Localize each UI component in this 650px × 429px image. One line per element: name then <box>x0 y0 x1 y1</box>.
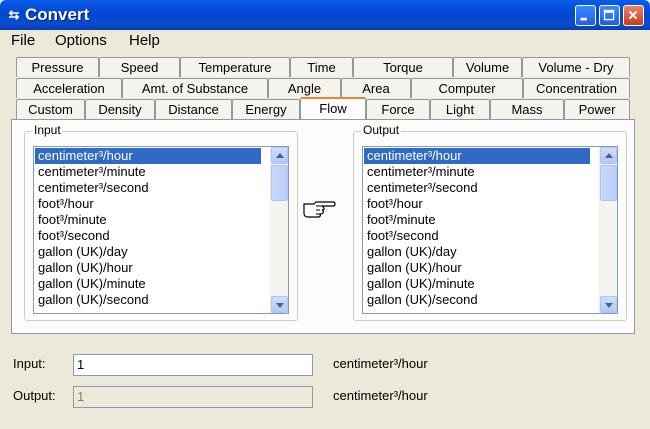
tab-acceleration[interactable]: Acceleration <box>16 78 122 98</box>
list-item[interactable]: centimeter³/minute <box>35 164 261 180</box>
list-item[interactable]: gallon (UK)/day <box>364 244 590 260</box>
list-item[interactable]: foot³/minute <box>364 212 590 228</box>
list-item[interactable]: centimeter³/second <box>35 180 261 196</box>
tab-torque[interactable]: Torque <box>353 57 453 77</box>
list-item[interactable]: centimeter³/hour <box>364 148 590 164</box>
chevron-down-icon <box>276 303 284 308</box>
minimize-button[interactable] <box>575 5 596 26</box>
output-group-label: Output <box>361 123 402 137</box>
chevron-up-icon <box>276 153 284 158</box>
input-unit-label: centimeter³/hour <box>333 356 428 371</box>
list-item[interactable]: gallon (UK)/hour <box>364 260 590 276</box>
output-unit-label: centimeter³/hour <box>333 388 428 403</box>
list-item[interactable]: gallon (UK)/minute <box>35 276 261 292</box>
input-group-label: Input <box>32 123 63 137</box>
output-group: Output centimeter³/hour centimeter³/minu… <box>353 123 627 321</box>
menu-help[interactable]: Help <box>129 32 160 49</box>
output-value-field[interactable]: 1 <box>73 386 313 408</box>
tab-volume[interactable]: Volume <box>453 57 522 77</box>
tab-custom[interactable]: Custom <box>16 99 85 119</box>
tab-density[interactable]: Density <box>85 99 155 119</box>
tab-distance[interactable]: Distance <box>155 99 232 119</box>
list-item[interactable]: foot³/hour <box>364 196 590 212</box>
maximize-icon <box>603 9 615 21</box>
maximize-button[interactable] <box>599 5 620 26</box>
output-unit-list[interactable]: centimeter³/hour centimeter³/minute cent… <box>362 146 618 314</box>
list-item[interactable]: gallon (UK)/hour <box>35 260 261 276</box>
output-label: Output: <box>13 388 56 403</box>
menu-file[interactable]: File <box>11 32 35 49</box>
list-item[interactable]: foot³/second <box>35 228 261 244</box>
tab-power[interactable]: Power <box>564 99 630 119</box>
scroll-up-button[interactable] <box>271 147 288 164</box>
tab-energy[interactable]: Energy <box>232 99 300 119</box>
tab-pressure[interactable]: Pressure <box>16 57 99 77</box>
close-button[interactable] <box>623 5 644 26</box>
tab-light[interactable]: Light <box>430 99 490 119</box>
tab-time[interactable]: Time <box>290 57 353 77</box>
tab-area[interactable]: Area <box>341 78 411 98</box>
tab-speed[interactable]: Speed <box>99 57 180 77</box>
minimize-icon <box>580 17 587 21</box>
tab-amt-of-substance[interactable]: Amt. of Substance <box>122 78 268 98</box>
tab-volume-dry[interactable]: Volume - Dry <box>522 57 630 77</box>
title-bar[interactable]: ⇆ Convert <box>0 0 650 30</box>
chevron-down-icon <box>605 303 613 308</box>
window-title: Convert <box>25 5 90 24</box>
list-item[interactable]: gallon (UK)/day <box>35 244 261 260</box>
scroll-thumb[interactable] <box>271 165 288 201</box>
list-item[interactable]: centimeter³/hour <box>35 148 261 164</box>
list-item[interactable]: centimeter³/second <box>364 180 590 196</box>
tab-computer[interactable]: Computer <box>411 78 523 98</box>
menu-bar: File Options Help <box>0 30 650 52</box>
list-item[interactable]: gallon (UK)/minute <box>364 276 590 292</box>
input-unit-list[interactable]: centimeter³/hour centimeter³/minute cent… <box>33 146 289 314</box>
convert-arrows-icon: ⇆ <box>8 7 20 22</box>
input-value-field[interactable]: 1 <box>73 354 313 376</box>
list-item[interactable]: foot³/second <box>364 228 590 244</box>
list-item[interactable]: gallon (UK)/second <box>35 292 261 308</box>
tab-temperature[interactable]: Temperature <box>180 57 290 77</box>
list-item[interactable]: foot³/hour <box>35 196 261 212</box>
menu-options[interactable]: Options <box>55 32 107 49</box>
chevron-up-icon <box>605 153 613 158</box>
list-item[interactable]: gallon (UK)/second <box>364 292 590 308</box>
scroll-down-button[interactable] <box>271 296 288 313</box>
list-item[interactable]: foot³/minute <box>35 212 261 228</box>
scroll-down-button[interactable] <box>600 296 617 313</box>
tab-angle[interactable]: Angle <box>268 78 341 98</box>
tab-force[interactable]: Force <box>366 99 430 119</box>
input-list-scrollbar[interactable] <box>270 147 288 313</box>
tab-mass[interactable]: Mass <box>490 99 564 119</box>
output-list-scrollbar[interactable] <box>599 147 617 313</box>
tab-concentration[interactable]: Concentration <box>523 78 630 98</box>
pointing-hand-icon <box>303 201 336 218</box>
list-item[interactable]: centimeter³/minute <box>364 164 590 180</box>
scroll-thumb[interactable] <box>600 165 617 201</box>
tab-flow[interactable]: Flow <box>300 97 366 119</box>
input-group: Input centimeter³/hour centimeter³/minut… <box>24 123 298 321</box>
scroll-up-button[interactable] <box>600 147 617 164</box>
input-label: Input: <box>13 356 46 371</box>
close-icon <box>628 10 638 20</box>
